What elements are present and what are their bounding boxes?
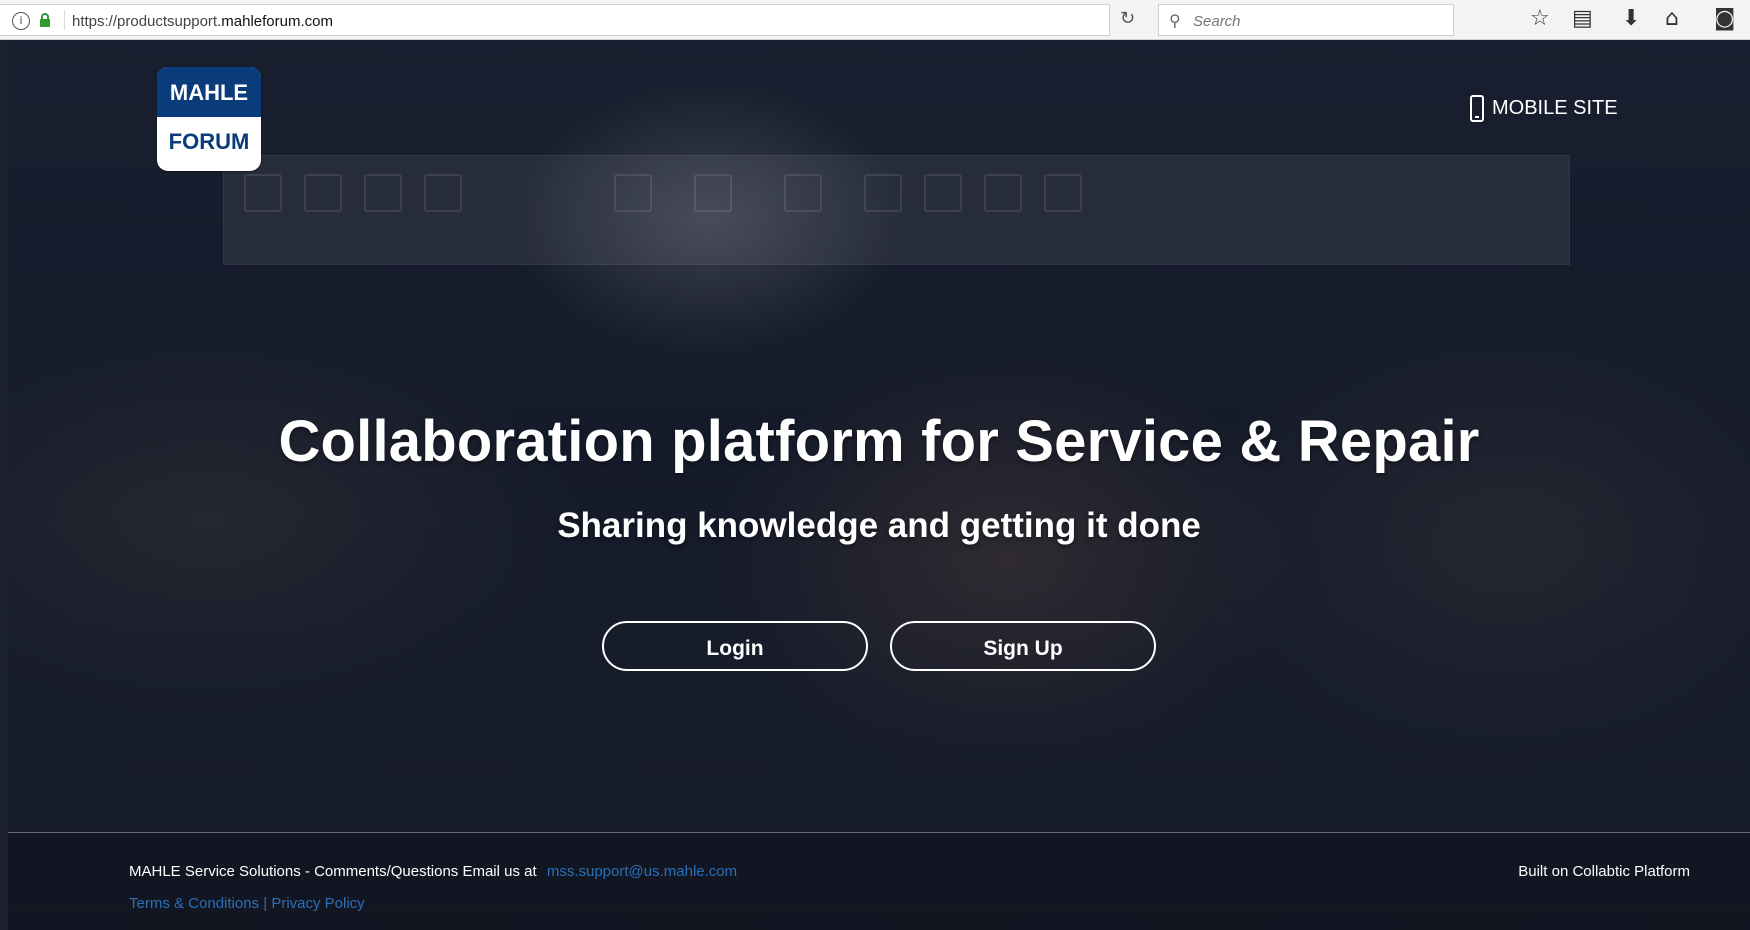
mahle-forum-logo[interactable]: MAHLE FORUM [157,67,261,171]
info-icon[interactable]: i [12,12,30,30]
ghost-cell [984,174,1022,212]
ghost-cell [364,174,402,212]
reading-list-icon[interactable]: ▤ [1572,6,1593,32]
terms-link[interactable]: Terms & Conditions [129,895,259,912]
ghost-cell [694,174,732,212]
mobile-site-link[interactable]: MOBILE SITE [1470,91,1618,125]
ghost-cell [304,174,342,212]
search-box[interactable]: ⚲ [1158,4,1454,36]
ghost-cell [784,174,822,212]
logo-line-1: MAHLE [157,67,261,117]
reload-icon[interactable]: ↻ [1120,8,1135,29]
address-bar[interactable]: i https://productsupport.mahleforum.com [0,4,1110,36]
download-icon[interactable]: ⬇ [1622,6,1640,32]
built-on-text: Built on Collabtic Platform [1518,863,1690,880]
url-prefix: https://productsupport. [72,13,222,30]
ghost-cell [614,174,652,212]
ghost-cell [924,174,962,212]
url-text[interactable]: https://productsupport.mahleforum.com [72,13,333,30]
footer-legal-links: Terms & Conditions | Privacy Policy [129,895,365,912]
legal-divider: | [263,895,268,912]
privacy-link[interactable]: Privacy Policy [271,895,364,912]
support-email-link[interactable]: mss.support@us.mahle.com [547,863,737,880]
browser-toolbar: i https://productsupport.mahleforum.com … [0,0,1750,40]
ghost-cell [1044,174,1082,212]
ghost-cell [864,174,902,212]
signup-button[interactable]: Sign Up [890,621,1156,671]
login-button[interactable]: Login [602,621,868,671]
pocket-icon[interactable]: ◙ [1714,6,1735,32]
url-domain: mahleforum.com [221,13,333,30]
ghost-cell [424,174,462,212]
contact-text: MAHLE Service Solutions - Comments/Quest… [129,863,537,880]
footer-contact: MAHLE Service Solutions - Comments/Quest… [129,863,737,880]
mobile-site-label: MOBILE SITE [1492,96,1618,119]
phone-icon [1470,94,1484,122]
search-icon: ⚲ [1169,11,1181,30]
star-icon[interactable]: ☆ [1530,6,1550,32]
hero-title: Collaboration platform for Service & Rep… [278,409,1480,474]
lock-icon[interactable] [38,13,52,27]
divider [64,10,65,30]
home-icon[interactable]: ⌂ [1665,6,1679,32]
ghost-cell [244,174,282,212]
search-input[interactable] [1191,9,1445,33]
hero-subtitle: Sharing knowledge and getting it done [557,506,1201,545]
hero-section: MAHLE FORUM MOBILE SITE Collaboration pl… [8,40,1750,930]
background-artifact [223,155,1570,265]
logo-line-2: FORUM [168,129,250,154]
footer: MAHLE Service Solutions - Comments/Quest… [8,832,1750,930]
